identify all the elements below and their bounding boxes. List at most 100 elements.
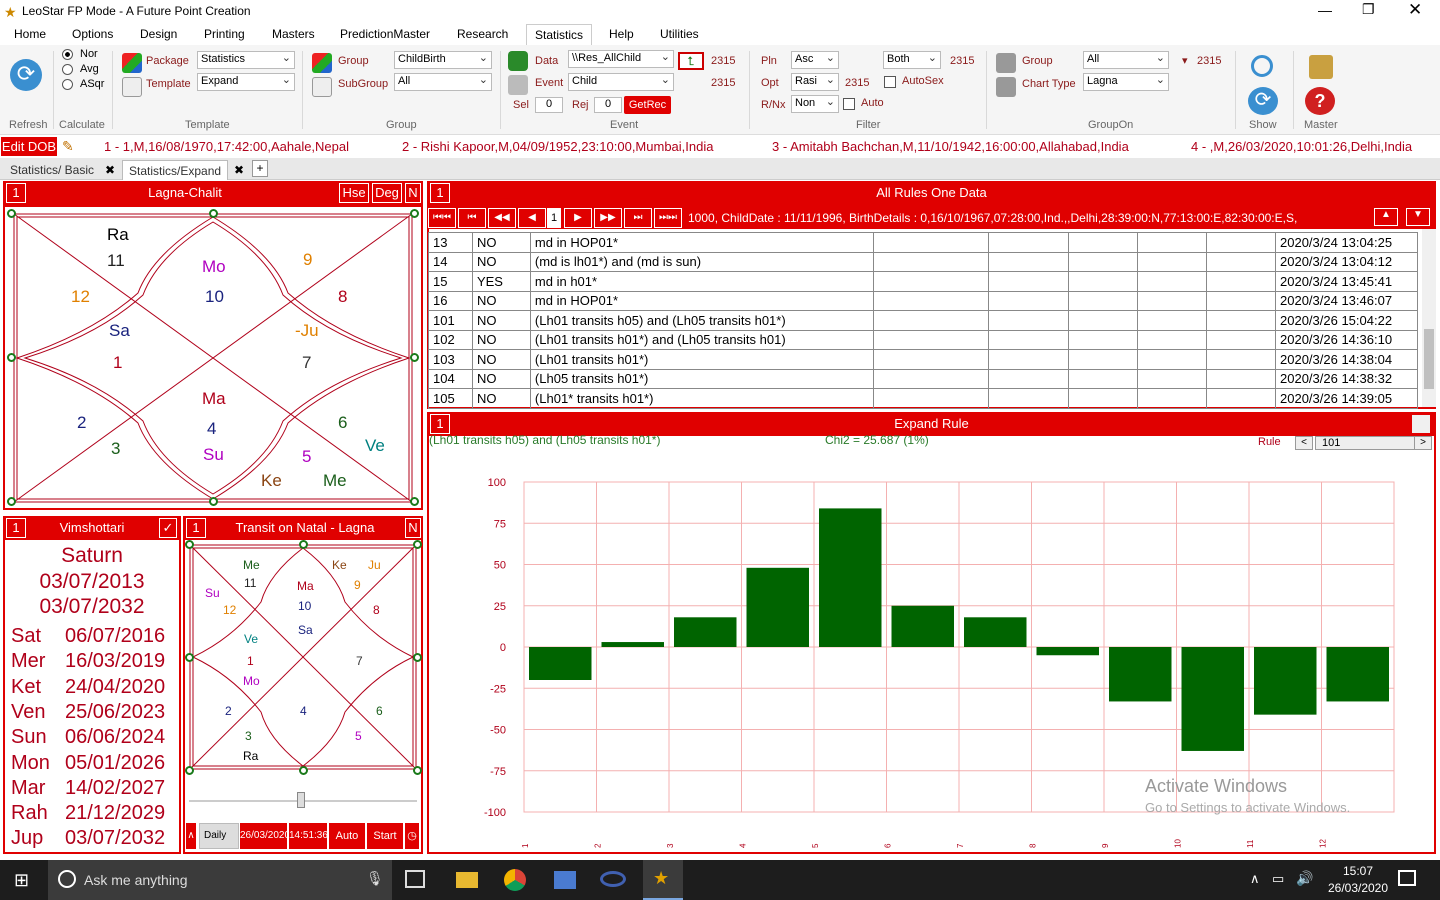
hse-button[interactable]: Hse bbox=[339, 183, 369, 203]
n-button[interactable]: N bbox=[405, 183, 421, 203]
opt-select[interactable]: Rasi bbox=[791, 73, 839, 91]
menu-masters[interactable]: Masters bbox=[272, 27, 315, 41]
transit-up-button[interactable]: ∧ bbox=[186, 823, 196, 849]
vimshottari-check[interactable]: ✓ bbox=[159, 518, 177, 538]
menu-utilities[interactable]: Utilities bbox=[660, 27, 699, 41]
file-explorer-icon[interactable] bbox=[456, 872, 478, 888]
menu-statistics[interactable]: Statistics bbox=[526, 24, 593, 45]
show-refresh-icon[interactable]: ⟳ bbox=[1248, 87, 1278, 115]
nav-next-button[interactable]: ▶ bbox=[564, 208, 592, 228]
both-select[interactable]: Both bbox=[883, 51, 941, 69]
data-select[interactable]: \\Res_AllChild bbox=[568, 50, 674, 68]
radio-avg[interactable] bbox=[62, 64, 73, 75]
refresh-icon[interactable]: ⟳ bbox=[10, 59, 42, 91]
transit-chart[interactable]: Me 11 Ma 10 Sa Ke Ju 9 Su 12 8 Ve 1 Mo 7 2 4 6 5 3 Ra ∧ Dail… bbox=[183, 540, 423, 854]
new-tab-button[interactable]: + bbox=[252, 160, 268, 177]
table-row[interactable]: 16 NO md in HOP01* 2020/3/24 13:46:07 bbox=[428, 290, 1418, 311]
subgroup-select[interactable]: All bbox=[394, 73, 492, 91]
leostar-taskbar-button[interactable]: ★ bbox=[643, 860, 683, 900]
transit-mode-select[interactable]: Daily bbox=[199, 823, 239, 849]
volume-icon[interactable]: 🔊 bbox=[1296, 870, 1313, 887]
notification-icon[interactable] bbox=[1398, 870, 1416, 886]
edit-dob-button[interactable]: Edit DOB bbox=[1, 137, 57, 156]
tab-statistics-expand[interactable]: Statistics/Expand bbox=[122, 160, 229, 180]
groupon-dropdown-icon[interactable]: ▾ bbox=[1182, 54, 1188, 67]
nav-prev-page-button[interactable]: ◀◀ bbox=[488, 208, 516, 228]
rule-next-button[interactable]: > bbox=[1414, 436, 1432, 450]
network-icon[interactable]: ▭ bbox=[1272, 871, 1284, 887]
nav-first-button[interactable]: ⏮⏮ bbox=[428, 208, 456, 228]
transit-time[interactable]: 14:51:36 bbox=[289, 823, 328, 849]
rej-input[interactable]: 0 bbox=[594, 97, 622, 113]
nav-prev-button[interactable]: ◀ bbox=[518, 208, 546, 228]
getrec-button[interactable]: GetRec bbox=[624, 96, 671, 114]
master-box-icon[interactable] bbox=[1309, 55, 1333, 79]
pln-select[interactable]: Asc bbox=[791, 51, 839, 69]
autosex-checkbox[interactable] bbox=[884, 76, 896, 88]
close-button[interactable]: ✕ bbox=[1408, 0, 1422, 20]
table-row[interactable]: 104 NO (Lh05 transits h01*) 2020/3/26 14:38… bbox=[428, 368, 1418, 389]
ticker-item[interactable]: 2 - Rishi Kapoor,M,04/09/1952,23:10:00,M… bbox=[402, 139, 713, 154]
task-view-icon[interactable] bbox=[405, 870, 425, 888]
nav-first-page-button[interactable]: ⏮ bbox=[458, 208, 486, 228]
microphone-icon[interactable]: 🎙 bbox=[366, 870, 384, 887]
rule-prev-button[interactable]: < bbox=[1295, 436, 1313, 450]
nav-last-button[interactable]: ⏭⏭ bbox=[654, 208, 682, 228]
transit-n-button[interactable]: N bbox=[405, 518, 421, 538]
package-select[interactable]: Statistics bbox=[197, 51, 295, 69]
sel-input[interactable]: 0 bbox=[535, 97, 563, 113]
table-row[interactable]: 105 NO (Lh01* transits h01*) 2020/3/26 14:3… bbox=[428, 388, 1418, 409]
minimize-button[interactable]: — bbox=[1318, 2, 1332, 18]
menu-printing[interactable]: Printing bbox=[204, 27, 245, 41]
lagna-chart[interactable]: Ra 11 Mo 10 9 12 8 Sa 1 -Ju 7 Ma 4 2 6 Su Ve 3 5 Ke Me bbox=[3, 205, 423, 510]
data-open-button[interactable]: ⮤ bbox=[678, 52, 704, 70]
table-row[interactable]: 14 NO (md is lh01*) and (md is sun) 2020/3/… bbox=[428, 251, 1418, 272]
rules-down-button[interactable]: ▼ bbox=[1406, 208, 1430, 226]
transit-date[interactable]: 26/03/2020 bbox=[240, 823, 290, 849]
template-select[interactable]: Expand bbox=[197, 73, 295, 91]
menu-design[interactable]: Design bbox=[140, 27, 177, 41]
transit-slider-thumb[interactable] bbox=[297, 792, 305, 808]
chrome-icon[interactable] bbox=[504, 869, 526, 891]
rules-up-button[interactable]: ▲ bbox=[1374, 208, 1398, 226]
search-icon[interactable] bbox=[1251, 55, 1273, 77]
rules-scrollbar[interactable] bbox=[1422, 229, 1436, 407]
nav-next-page-button[interactable]: ▶▶ bbox=[594, 208, 622, 228]
menu-home[interactable]: Home bbox=[14, 27, 46, 41]
infinity-app-icon[interactable] bbox=[600, 871, 626, 887]
chart-type-select[interactable]: Lagna bbox=[1083, 73, 1169, 91]
nav-page-number[interactable]: 1 bbox=[547, 208, 561, 228]
maximize-button[interactable]: ❐ bbox=[1362, 1, 1375, 18]
menu-research[interactable]: Research bbox=[457, 27, 508, 41]
auto-checkbox[interactable] bbox=[843, 98, 855, 110]
windows-start-icon[interactable]: ⊞ bbox=[14, 870, 29, 891]
radio-asqr[interactable] bbox=[62, 79, 73, 90]
clock-icon[interactable]: ◷ bbox=[405, 823, 419, 849]
transit-number[interactable]: 1 bbox=[186, 518, 206, 538]
close-tab-icon[interactable]: ✖ bbox=[105, 163, 115, 177]
table-row[interactable]: 103 NO (Lh01 transits h01*) 2020/3/26 14:38… bbox=[428, 349, 1418, 370]
radio-nor[interactable] bbox=[62, 49, 73, 60]
ticker-item[interactable]: 1 - 1,M,16/08/1970,17:42:00,Aahale,Nepal bbox=[104, 139, 349, 154]
event-select[interactable]: Child bbox=[568, 73, 674, 91]
transit-auto-button[interactable]: Auto bbox=[329, 823, 365, 849]
menu-help[interactable]: Help bbox=[609, 27, 634, 41]
nav-last-page-button[interactable]: ⏭ bbox=[624, 208, 652, 228]
ticker-item[interactable]: 3 - Amitabh Bachchan,M,11/10/1942,16:00:… bbox=[772, 139, 1129, 154]
pencil-icon[interactable]: ✎ bbox=[62, 138, 74, 155]
taskbar-search[interactable]: Ask me anything 🎙 bbox=[48, 860, 392, 900]
help-icon[interactable]: ? bbox=[1305, 87, 1335, 115]
transit-start-button[interactable]: Start bbox=[367, 823, 403, 849]
close-tab-icon[interactable]: ✖ bbox=[234, 163, 244, 177]
tray-expand-icon[interactable]: ∧ bbox=[1250, 871, 1260, 887]
table-row[interactable]: 101 NO (Lh01 transits h05) and (Lh05 trans… bbox=[428, 310, 1418, 331]
ticker-item[interactable]: 4 - ,M,26/03/2020,10:01:26,Delhi,India bbox=[1191, 139, 1412, 154]
group-select[interactable]: ChildBirth bbox=[394, 51, 492, 69]
groupon-group-select[interactable]: All bbox=[1083, 51, 1169, 69]
expand-menu-icon[interactable] bbox=[1412, 415, 1430, 433]
table-row[interactable]: 102 NO (Lh01 transits h01*) and (Lh05 tran… bbox=[428, 329, 1418, 350]
rule-select[interactable]: 101 bbox=[1315, 436, 1415, 450]
table-row[interactable]: 13 NO md in HOP01* 2020/3/24 13:04:25 bbox=[428, 232, 1418, 253]
menu-options[interactable]: Options bbox=[72, 27, 113, 41]
deg-button[interactable]: Deg bbox=[372, 183, 402, 203]
